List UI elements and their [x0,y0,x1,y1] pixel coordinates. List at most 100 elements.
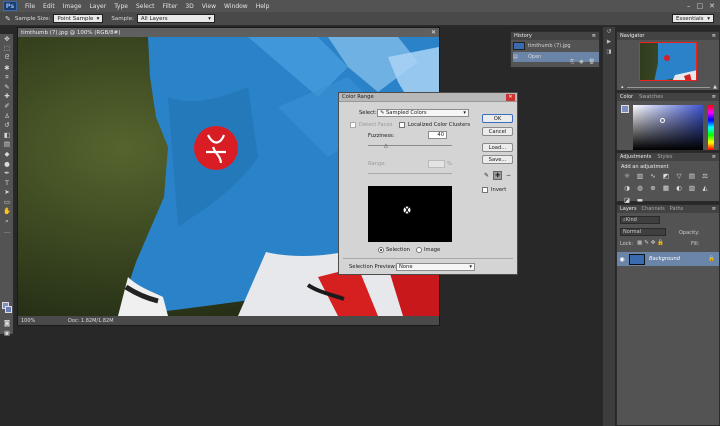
selection-radio[interactable] [378,247,384,253]
brush-tool-icon[interactable]: ✐ [0,101,14,111]
fuzziness-slider-handle[interactable]: △ [384,143,388,149]
color-picker-field[interactable] [633,105,703,150]
posterize-icon[interactable]: ▨ [688,184,696,192]
detect-faces-checkbox[interactable] [350,122,356,128]
history-tab[interactable]: History ≡ [511,32,599,40]
menu-image[interactable]: Image [59,3,86,10]
menu-help[interactable]: Help [252,3,274,10]
panel-menu-icon[interactable]: ≡ [712,206,716,212]
lock-icon[interactable]: 🔒 [708,256,715,262]
navigator-tab[interactable]: Navigator ≡ [617,32,719,40]
color-picker-cursor[interactable] [660,118,665,123]
save-button[interactable]: Save... [482,155,513,164]
new-document-icon[interactable]: ⎘ [570,59,574,67]
navigator-thumbnail[interactable] [639,42,697,81]
tab-adjustments[interactable]: Adjustments [620,154,651,160]
doc-size[interactable]: Doc: 1.82M/1.82M [38,318,114,324]
hand-tool-icon[interactable]: ✋ [0,207,14,217]
selection-preview-dropdown[interactable]: None ▾ [396,263,475,271]
sample-select[interactable]: All Layers ▾ [136,14,215,23]
menu-type[interactable]: Type [110,3,132,10]
clone-stamp-tool-icon[interactable]: ♙ [0,111,14,121]
quick-select-tool-icon[interactable]: ✱ [0,63,14,73]
fuzziness-input[interactable]: 40 [428,131,447,139]
color-balance-icon[interactable]: ⚖ [701,172,709,180]
load-button[interactable]: Load... [482,143,513,152]
close-icon[interactable]: ✕ [506,93,515,101]
zoom-level[interactable]: 100% [18,318,38,324]
vibrance-icon[interactable]: ▽ [675,172,683,180]
menu-file[interactable]: File [21,3,39,10]
tab-channels[interactable]: Channels [642,206,665,212]
dialog-title-bar[interactable]: Color Range ✕ [339,93,517,102]
move-tool-icon[interactable]: ✥ [0,34,14,44]
fuzziness-slider-track[interactable] [368,145,452,146]
tab-paths[interactable]: Paths [670,206,684,212]
panel-menu-icon[interactable]: ≡ [712,94,716,100]
blur-tool-icon[interactable]: ◆ [0,149,14,159]
menu-layer[interactable]: Layer [85,3,110,10]
pen-tool-icon[interactable]: ✒ [0,168,14,178]
menu-filter[interactable]: Filter [159,3,182,10]
actions-panel-icon[interactable]: ▶ [603,37,615,47]
background-color-swatch[interactable] [5,306,12,313]
select-dropdown[interactable]: ✎ Sampled Colors ▾ [377,109,469,117]
panel-menu-icon[interactable]: ≡ [592,33,596,39]
workspace-select[interactable]: Essentials ▾ [672,14,714,23]
minimize-icon[interactable]: – [687,2,691,10]
history-brush-tool-icon[interactable]: ↺ [0,120,14,130]
navigator-zoom-slider[interactable]: ▴ ▲ [621,84,717,90]
document-tab[interactable]: timthumb (7).jpg @ 100% (RGB/8#) ✕ [18,28,439,37]
dodge-tool-icon[interactable]: ● [0,159,14,169]
curves-icon[interactable]: ∿ [649,172,657,180]
more-tools-icon[interactable]: … [0,226,14,236]
ok-button[interactable]: OK [482,114,513,123]
zoom-in-icon[interactable]: ▲ [713,84,717,90]
panel-menu-icon[interactable]: ≡ [712,154,716,160]
screen-mode-icon[interactable]: ▣ [0,328,14,338]
sample-size-select[interactable]: Point Sample ▾ [53,14,104,23]
maximize-icon[interactable]: □ [697,2,704,10]
exposure-icon[interactable]: ◩ [662,172,670,180]
menu-view[interactable]: View [198,3,220,10]
camera-icon[interactable]: ◉ [579,59,583,67]
history-panel-icon[interactable]: ↺ [603,27,615,37]
channel-mixer-icon[interactable]: ⊕ [649,184,657,192]
black-white-icon[interactable]: ◑ [623,184,631,192]
close-icon[interactable]: ✕ [431,29,436,36]
invert-checkbox[interactable] [482,187,488,193]
color-lookup-icon[interactable]: ▦ [662,184,670,192]
menu-3d[interactable]: 3D [181,3,197,10]
layer-row-background[interactable]: ◉ Background 🔒 [617,252,719,266]
zoom-out-icon[interactable]: ▴ [621,84,624,90]
tab-swatches[interactable]: Swatches [639,94,663,100]
gradient-tool-icon[interactable]: ▤ [0,140,14,150]
path-select-tool-icon[interactable]: ➤ [0,188,14,198]
menu-window[interactable]: Window [220,3,252,10]
eyedropper-plus-icon[interactable]: ✚ [493,171,502,180]
selective-color-icon[interactable]: ◪ [623,196,631,204]
tab-styles[interactable]: Styles [657,154,672,160]
menu-select[interactable]: Select [132,3,159,10]
lock-icons[interactable]: ▦✎✥🔒 [637,240,666,246]
eyedropper-tool-icon[interactable]: ✎ [0,82,14,92]
type-tool-icon[interactable]: T [0,178,14,188]
brightness-icon[interactable]: ☼ [623,172,631,180]
cancel-button[interactable]: Cancel [482,127,513,136]
healing-brush-tool-icon[interactable]: ✚ [0,92,14,102]
eyedropper-minus-icon[interactable]: − [504,171,513,180]
foreground-color-swatch[interactable] [621,105,629,113]
localized-clusters-checkbox[interactable] [399,122,405,128]
properties-panel-icon[interactable]: ◨ [603,47,615,57]
tab-color[interactable]: Color [620,94,633,100]
crop-tool-icon[interactable]: ⌗ [0,72,14,82]
image-radio[interactable] [416,247,422,253]
eyedropper-tool-icon[interactable]: ✎ [5,15,11,23]
lasso-tool-icon[interactable]: ᘓ [0,53,14,63]
threshold-icon[interactable]: ◭ [701,184,709,192]
eyedropper-icon[interactable]: ✎ [482,171,491,180]
eye-icon[interactable]: ◉ [617,256,627,263]
invert-icon[interactable]: ◐ [675,184,683,192]
zoom-slider-track[interactable] [626,86,711,88]
zoom-tool-icon[interactable]: ⌕ [0,216,14,226]
